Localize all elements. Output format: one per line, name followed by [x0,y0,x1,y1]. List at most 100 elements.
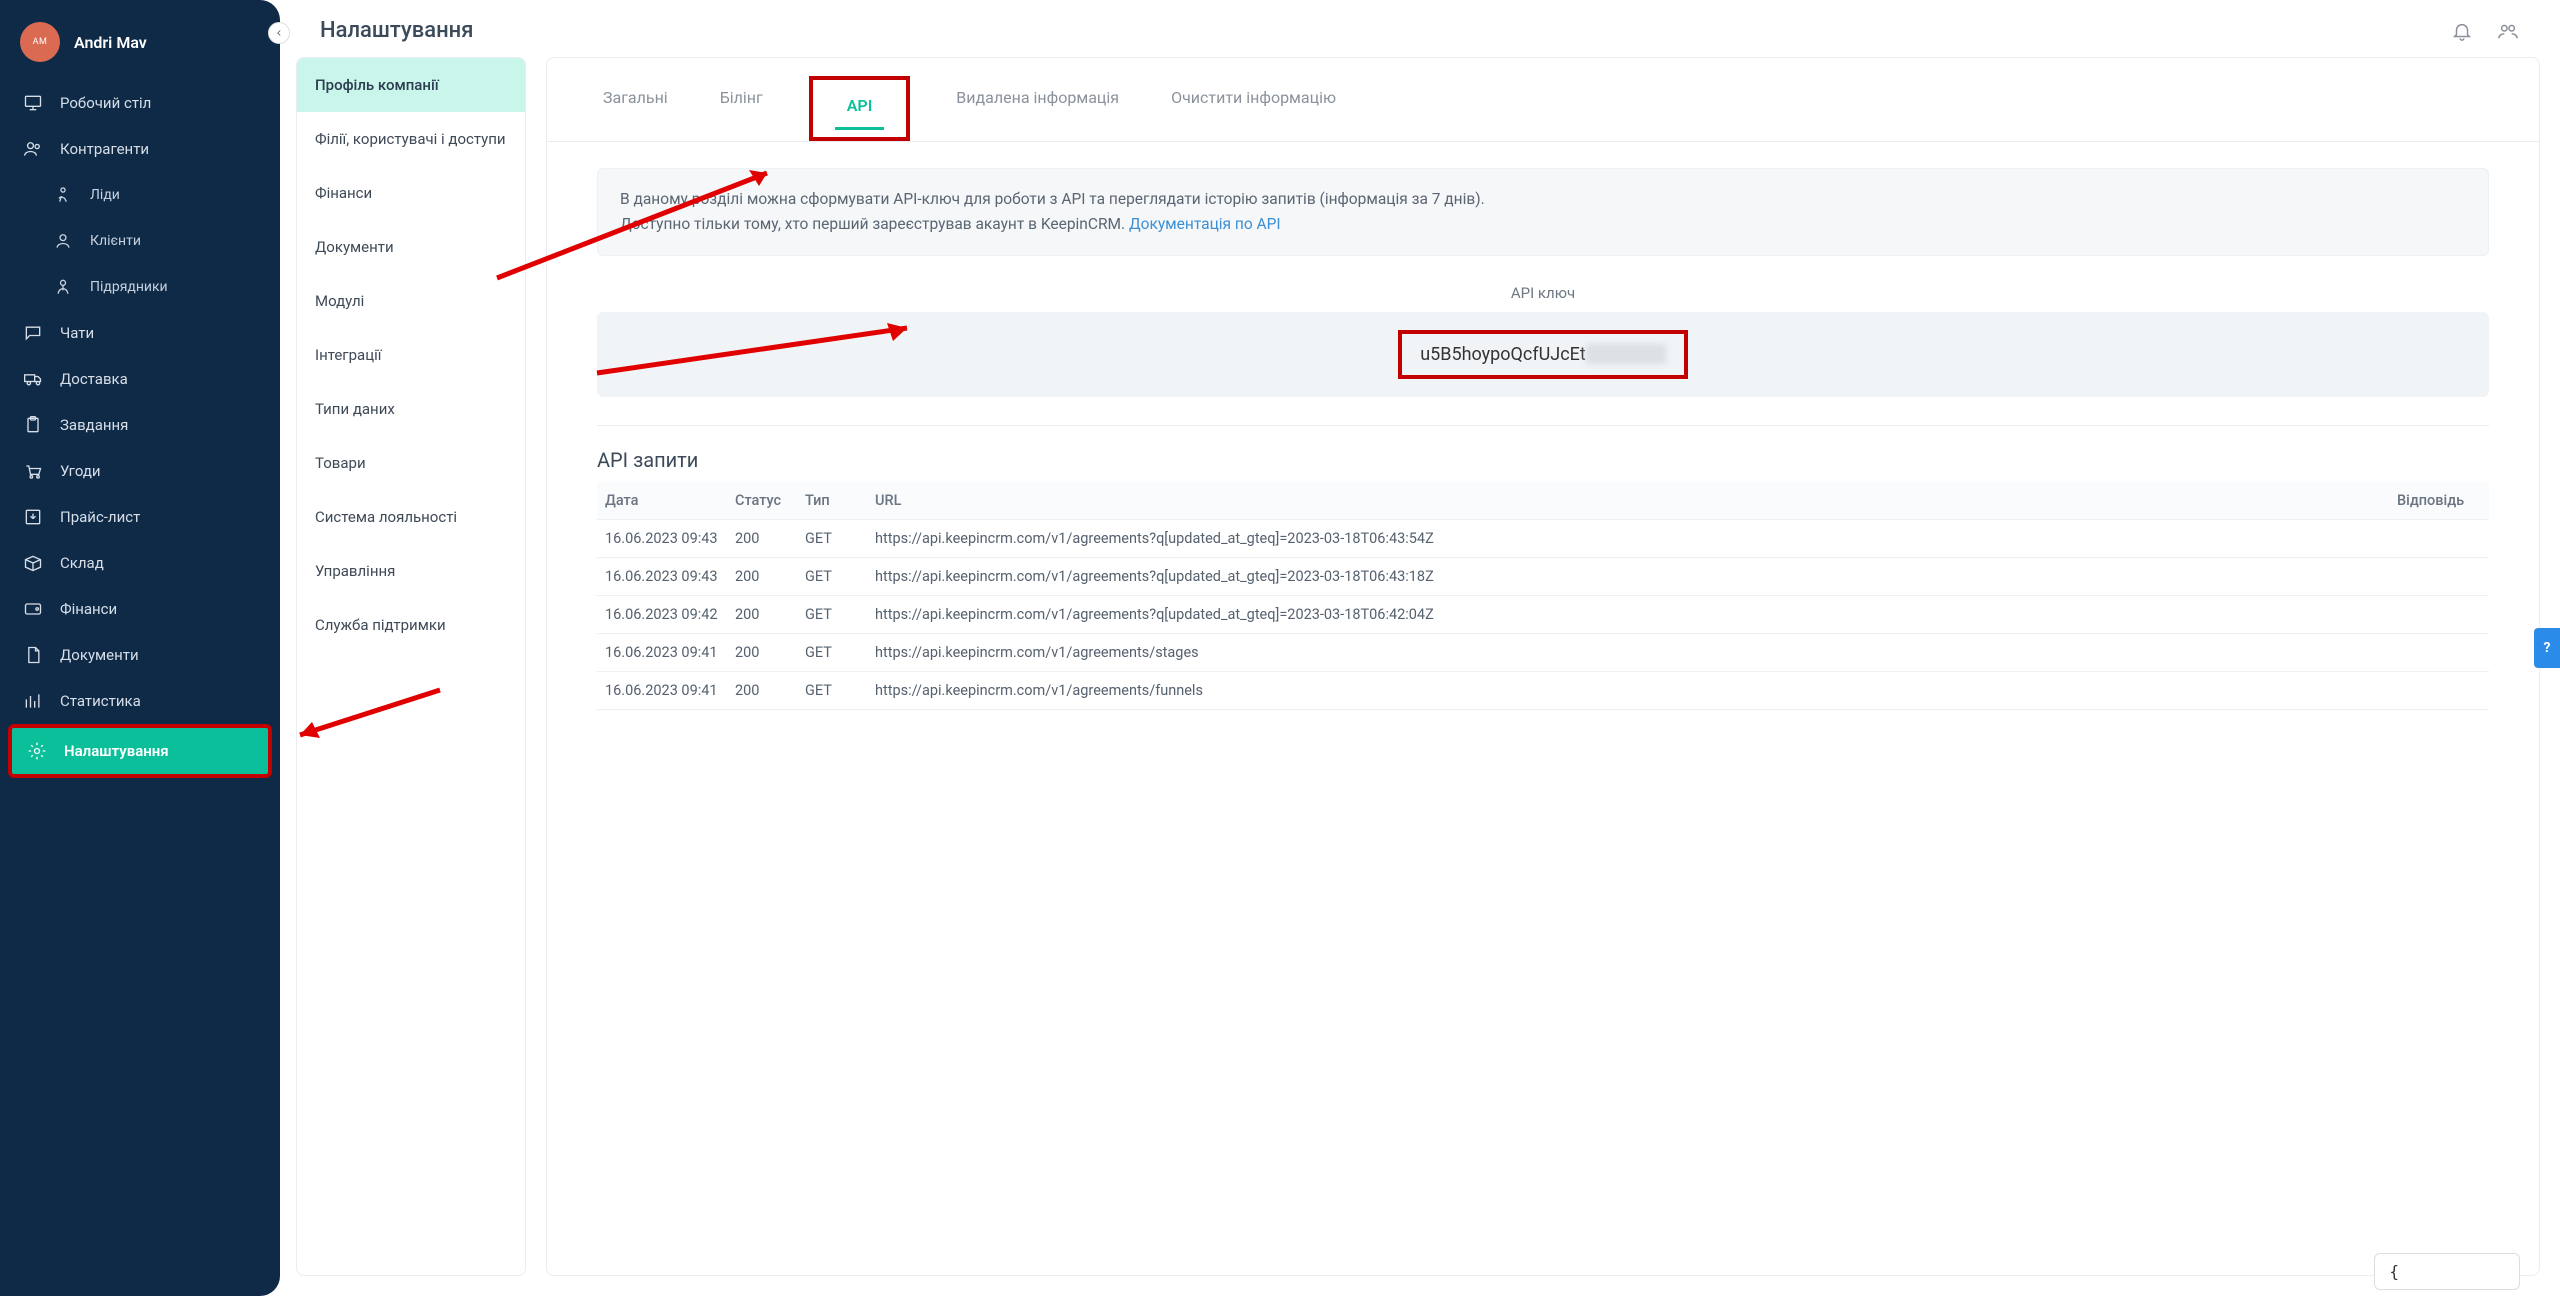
cell-response [2389,671,2489,709]
settings-subitem-finances[interactable]: Фінанси [297,166,525,220]
settings-subitem-integrations[interactable]: Інтеграції [297,328,525,382]
sidebar-item-delivery[interactable]: Доставка [8,356,272,402]
cell-type: GET [797,519,867,557]
settings-subitem-modules[interactable]: Модулі [297,274,525,328]
help-button[interactable]: ? [2534,628,2560,668]
info-line2-prefix: Доступно тільки тому, хто перший зареєст… [620,215,1129,233]
sidebar-item-label: Контрагенти [60,140,149,158]
sidebar-item-leads[interactable]: Ліди [8,172,272,218]
api-requests-table: Дата Статус Тип URL Відповідь 16.06.2023… [597,482,2489,710]
annotation-highlight-api-key: u5B5hoypoQcfUJcEt [1398,330,1688,379]
sidebar-item-label: Склад [60,554,104,572]
cell-url: https://api.keepincrm.com/v1/agreements/… [867,633,2389,671]
tab-clear-info[interactable]: Очистити інформацію [1165,80,1342,141]
wallet-icon [22,598,44,620]
sidebar-collapse-button[interactable] [268,22,290,44]
api-info-box: В даному розділі можна сформувати API-кл… [597,168,2489,256]
cell-date: 16.06.2023 09:41 [597,633,727,671]
bell-icon[interactable] [2450,19,2474,43]
table-row[interactable]: 16.06.2023 09:41200GEThttps://api.keepin… [597,633,2489,671]
api-key-value: u5B5hoypoQcfUJcEt [1420,344,1586,365]
cell-status: 200 [727,633,797,671]
sidebar-item-subcontractors[interactable]: Підрядники [8,264,272,310]
api-key-hidden-part [1586,344,1666,364]
sidebar-item-desktop[interactable]: Робочий стіл [8,80,272,126]
cell-url: https://api.keepincrm.com/v1/agreements?… [867,595,2389,633]
api-requests-title: API запити [597,448,2489,472]
user-run-icon [52,184,74,206]
cell-status: 200 [727,557,797,595]
sidebar-item-label: Ліди [90,187,120,203]
sidebar-item-documents[interactable]: Документи [8,632,272,678]
sidebar-item-label: Фінанси [60,600,117,618]
sidebar-item-finances[interactable]: Фінанси [8,586,272,632]
sidebar-item-warehouse[interactable]: Склад [8,540,272,586]
settings-subitem-loyalty[interactable]: Система лояльності [297,490,525,544]
table-row[interactable]: 16.06.2023 09:41200GEThttps://api.keepin… [597,671,2489,709]
settings-subitem-management[interactable]: Управління [297,544,525,598]
cell-type: GET [797,671,867,709]
tab-general[interactable]: Загальні [597,80,674,141]
settings-subitem-documents[interactable]: Документи [297,220,525,274]
truck-icon [22,368,44,390]
sidebar-item-label: Доставка [60,370,128,388]
api-key-section: API ключ u5B5hoypoQcfUJcEt [597,284,2489,397]
topbar: Налаштування [280,0,2560,57]
sidebar-item-chats[interactable]: Чати [8,310,272,356]
cell-date: 16.06.2023 09:43 [597,557,727,595]
cell-response [2389,595,2489,633]
api-doc-link[interactable]: Документація по API [1129,215,1281,233]
cell-date: 16.06.2023 09:43 [597,519,727,557]
download-box-icon [22,506,44,528]
settings-subitem-support[interactable]: Служба підтримки [297,598,525,652]
user-profile[interactable]: AM Andri Mav [0,10,280,80]
monitor-icon [22,92,44,114]
sidebar-item-clients[interactable]: Клієнти [8,218,272,264]
sidebar-item-label: Завдання [60,416,128,434]
settings-tabs: Загальні Білінг API Видалена інформація … [547,58,2539,142]
table-header-row: Дата Статус Тип URL Відповідь [597,482,2489,520]
users-icon [22,138,44,160]
sidebar-item-label: Чати [60,324,94,342]
bottom-code-chip: { [2374,1253,2520,1290]
box-icon [22,552,44,574]
topbar-actions [2450,19,2520,43]
sidebar-item-pricelist[interactable]: Прайс-лист [8,494,272,540]
col-type: Тип [797,482,867,520]
divider [597,425,2489,426]
annotation-highlight-api-tab: API [809,76,911,141]
settings-subitem-data-types[interactable]: Типи даних [297,382,525,436]
tab-deleted-info[interactable]: Видалена інформація [950,80,1125,141]
table-row[interactable]: 16.06.2023 09:42200GEThttps://api.keepin… [597,595,2489,633]
tab-billing[interactable]: Білінг [714,80,769,141]
cell-type: GET [797,633,867,671]
main-area: Налаштування Профіль компанії Філії, кор… [280,0,2560,1296]
settings-subitem-branches[interactable]: Філії, користувачі і доступи [297,112,525,166]
settings-panel: Загальні Білінг API Видалена інформація … [546,57,2540,1276]
chat-icon [22,322,44,344]
sidebar-item-settings[interactable]: Налаштування [8,724,272,778]
tab-api[interactable]: API [841,88,879,129]
group-icon[interactable] [2496,19,2520,43]
cell-type: GET [797,557,867,595]
settings-subitem-company-profile[interactable]: Профіль компанії [297,58,525,112]
sidebar-item-contractors[interactable]: Контрагенти [8,126,272,172]
col-date: Дата [597,482,727,520]
page-title: Налаштування [320,18,473,43]
settings-sub-menu: Профіль компанії Філії, користувачі і до… [296,57,526,1276]
table-row[interactable]: 16.06.2023 09:43200GEThttps://api.keepin… [597,519,2489,557]
sidebar-item-label: Підрядники [90,279,168,295]
sidebar-item-statistics[interactable]: Статистика [8,678,272,724]
settings-subitem-goods[interactable]: Товари [297,436,525,490]
api-key-field[interactable]: u5B5hoypoQcfUJcEt [597,312,2489,397]
document-icon [22,644,44,666]
clipboard-icon [22,414,44,436]
table-row[interactable]: 16.06.2023 09:43200GEThttps://api.keepin… [597,557,2489,595]
cell-response [2389,519,2489,557]
cell-response [2389,557,2489,595]
sidebar: AM Andri Mav Робочий стіл Контрагенти Лі… [0,0,280,1296]
sidebar-item-deals[interactable]: Угоди [8,448,272,494]
user-name: Andri Mav [74,33,147,52]
user-tie-icon [52,276,74,298]
sidebar-item-tasks[interactable]: Завдання [8,402,272,448]
